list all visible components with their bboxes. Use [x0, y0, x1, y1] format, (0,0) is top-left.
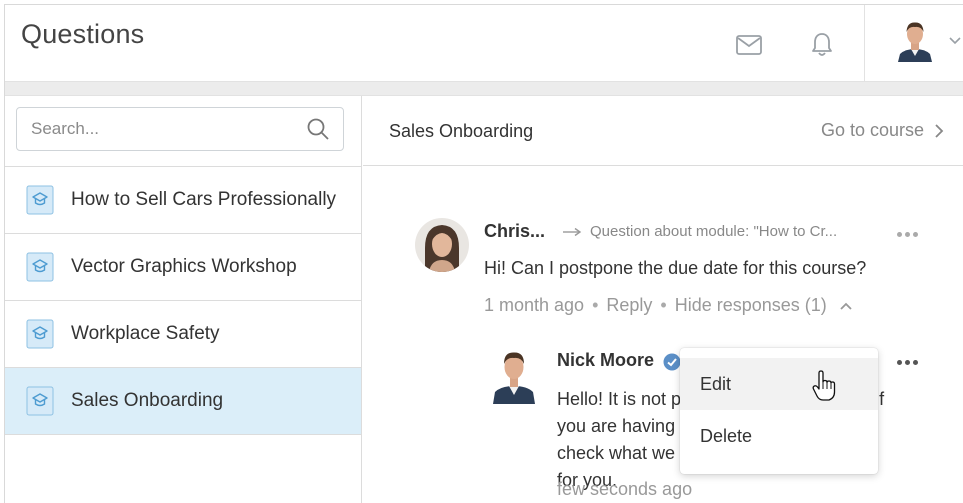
question-text: Hi! Can I postpone the due date for this… [484, 258, 867, 278]
course-icon [26, 185, 54, 215]
separator-dot: • [592, 295, 599, 315]
bell-icon[interactable] [808, 31, 836, 59]
response-time: few seconds ago [557, 479, 693, 499]
course-title: Sales Onboarding [389, 121, 534, 141]
course-icon [26, 386, 54, 416]
question-more-icon[interactable] [897, 229, 921, 239]
sidebar-item-label: Vector Graphics Workshop [71, 256, 297, 277]
course-list: How to Sell Cars Professionally Vector G… [5, 166, 361, 435]
reply-link[interactable]: Reply [606, 295, 652, 316]
app-window: Questions Search... How to Sell Cars Pro… [4, 4, 963, 503]
response-more-icon[interactable] [897, 357, 921, 367]
header-separator [5, 81, 963, 96]
chevron-up-icon[interactable] [839, 301, 853, 311]
main-panel: Sales Onboarding Go to course Chris... Q… [363, 96, 963, 503]
mail-icon[interactable] [735, 31, 763, 59]
header-divider [864, 5, 865, 81]
go-to-course-link[interactable]: Go to course [821, 120, 944, 141]
sidebar-item-workplace-safety[interactable]: Workplace Safety [5, 301, 361, 368]
chevron-right-icon [935, 123, 944, 138]
course-header: Sales Onboarding Go to course [363, 96, 963, 166]
edit-menu-item[interactable]: Edit [680, 358, 878, 410]
course-icon [26, 252, 54, 282]
question-time: 1 month ago [484, 295, 585, 315]
sidebar-item-how-to-sell-cars[interactable]: How to Sell Cars Professionally [5, 167, 361, 234]
sidebar-item-sales-onboarding[interactable]: Sales Onboarding [5, 368, 361, 435]
search-icon[interactable] [307, 118, 329, 140]
hide-responses-link[interactable]: Hide responses (1) [675, 295, 827, 316]
question-author-name[interactable]: Chris... [484, 221, 545, 242]
sidebar-item-label: Sales Onboarding [71, 390, 224, 411]
question-author-avatar[interactable] [415, 218, 469, 272]
user-avatar[interactable] [895, 18, 935, 62]
sidebar-item-label: How to Sell Cars Professionally [71, 189, 337, 210]
page-title: Questions [21, 19, 145, 49]
arrow-right-icon [563, 227, 582, 237]
top-header: Questions [5, 5, 963, 81]
response-author-name[interactable]: Nick Moore [557, 350, 654, 371]
question-context[interactable]: Question about module: "How to Cr... [590, 223, 837, 240]
separator-dot: • [660, 295, 667, 315]
sidebar-item-label: Workplace Safety [71, 323, 220, 344]
sidebar: How to Sell Cars Professionally Vector G… [5, 96, 362, 503]
course-icon [26, 319, 54, 349]
question-meta: 1 month ago • Reply • Hide responses (1) [484, 295, 853, 316]
verified-badge-icon [663, 353, 681, 371]
delete-menu-item[interactable]: Delete [680, 410, 878, 462]
response-context-menu: Edit Delete [680, 348, 878, 474]
chevron-down-icon[interactable] [948, 33, 962, 47]
response-author-avatar[interactable] [491, 346, 537, 404]
sidebar-item-vector-graphics[interactable]: Vector Graphics Workshop [5, 234, 361, 301]
go-to-course-label: Go to course [820, 120, 924, 140]
hand-pointer-cursor-icon [812, 370, 836, 401]
search-box [16, 107, 344, 151]
search-input[interactable] [31, 108, 301, 150]
